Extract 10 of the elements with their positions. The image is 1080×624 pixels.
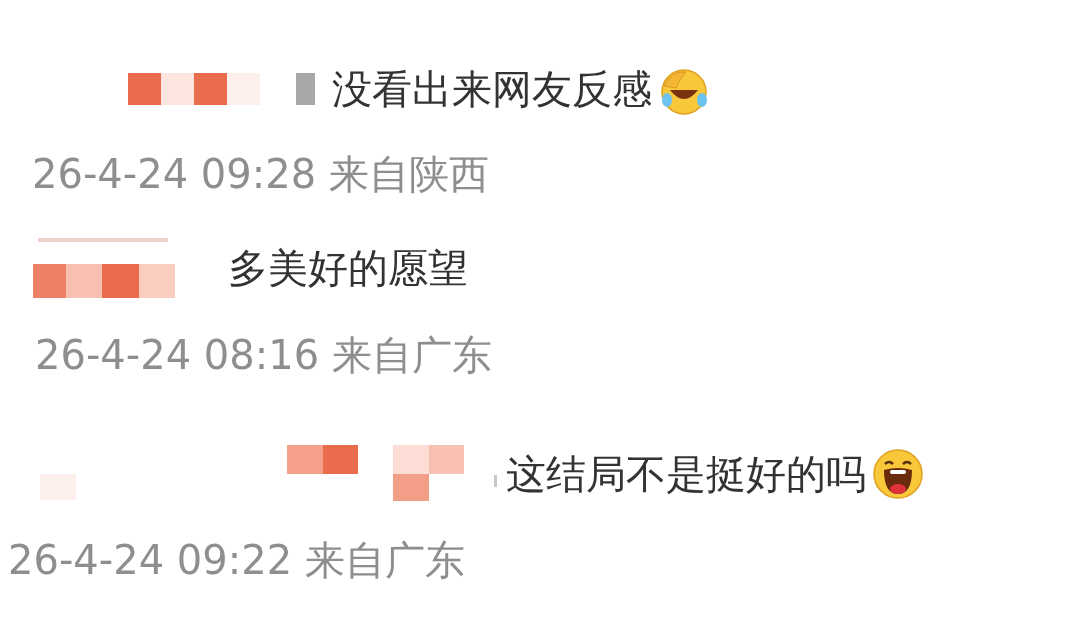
comment-text: 这结局不是挺好的吗 — [506, 449, 866, 499]
comment-meta: 26-4-24 09:22 来自广东 — [8, 536, 466, 585]
redaction-mosaic-icon — [40, 445, 500, 503]
comment-text: 没看出来网友反感 — [332, 65, 652, 114]
redaction-mosaic-icon — [33, 238, 178, 298]
comment-meta: 26-4-24 08:16 来自广东 — [35, 331, 493, 380]
comment-meta: 26-4-24 09:28 来自陕西 — [32, 150, 490, 199]
grinning-emoji-icon — [872, 448, 924, 500]
redaction-mosaic-icon — [128, 72, 318, 107]
comment-text: 多美好的愿望 — [228, 243, 468, 293]
